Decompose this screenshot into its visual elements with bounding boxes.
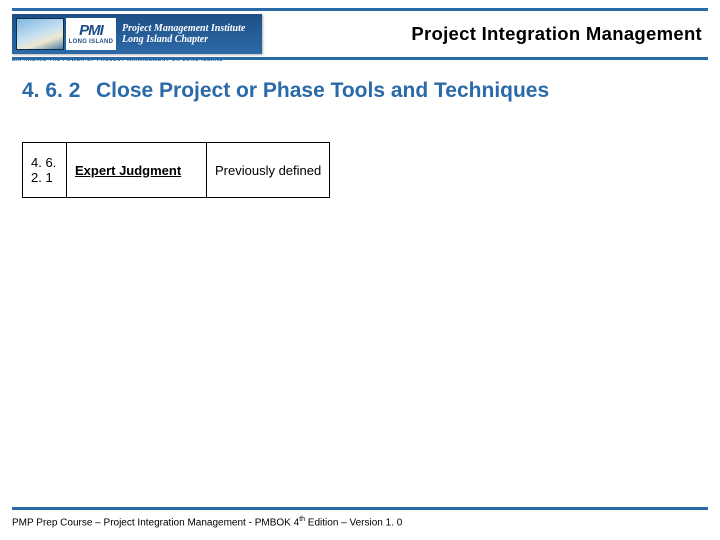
footer-post: Edition – Version 1. 0 [305,517,402,528]
header-band: PMI LONG ISLAND Project Management Insti… [12,8,708,60]
logo-line-2: Long Island Chapter [122,34,245,45]
section-number: 4. 6. 2 [22,78,96,103]
section-heading: 4. 6. 2 Close Project or Phase Tools and… [22,78,698,103]
section-title: Close Project or Phase Tools and Techniq… [96,78,698,103]
pmi-logo-block: PMI LONG ISLAND Project Management Insti… [12,14,262,54]
logo-line-1: Project Management Institute [122,23,245,34]
tools-table: 4. 6. 2. 1 Expert Judgment Previously de… [22,142,330,198]
row-name: Expert Judgment [67,143,207,198]
page-title: Project Integration Management [262,23,708,45]
landscape-photo-icon [16,18,64,50]
footer: PMP Prep Course – Project Integration Ma… [12,507,708,528]
logo-text: Project Management Institute Long Island… [122,23,245,45]
table-row: 4. 6. 2. 1 Expert Judgment Previously de… [23,143,330,198]
row-number: 4. 6. 2. 1 [23,143,67,198]
logo-tagline: EXPANDING THE POWER OF PROJECT MANAGEMEN… [12,57,224,63]
pmi-badge-small: LONG ISLAND [69,39,114,45]
pmi-badge: PMI LONG ISLAND [66,18,116,50]
row-desc: Previously defined [207,143,330,198]
footer-pre: PMP Prep Course – Project Integration Ma… [12,517,299,528]
pmi-badge-big: PMI [79,23,103,38]
